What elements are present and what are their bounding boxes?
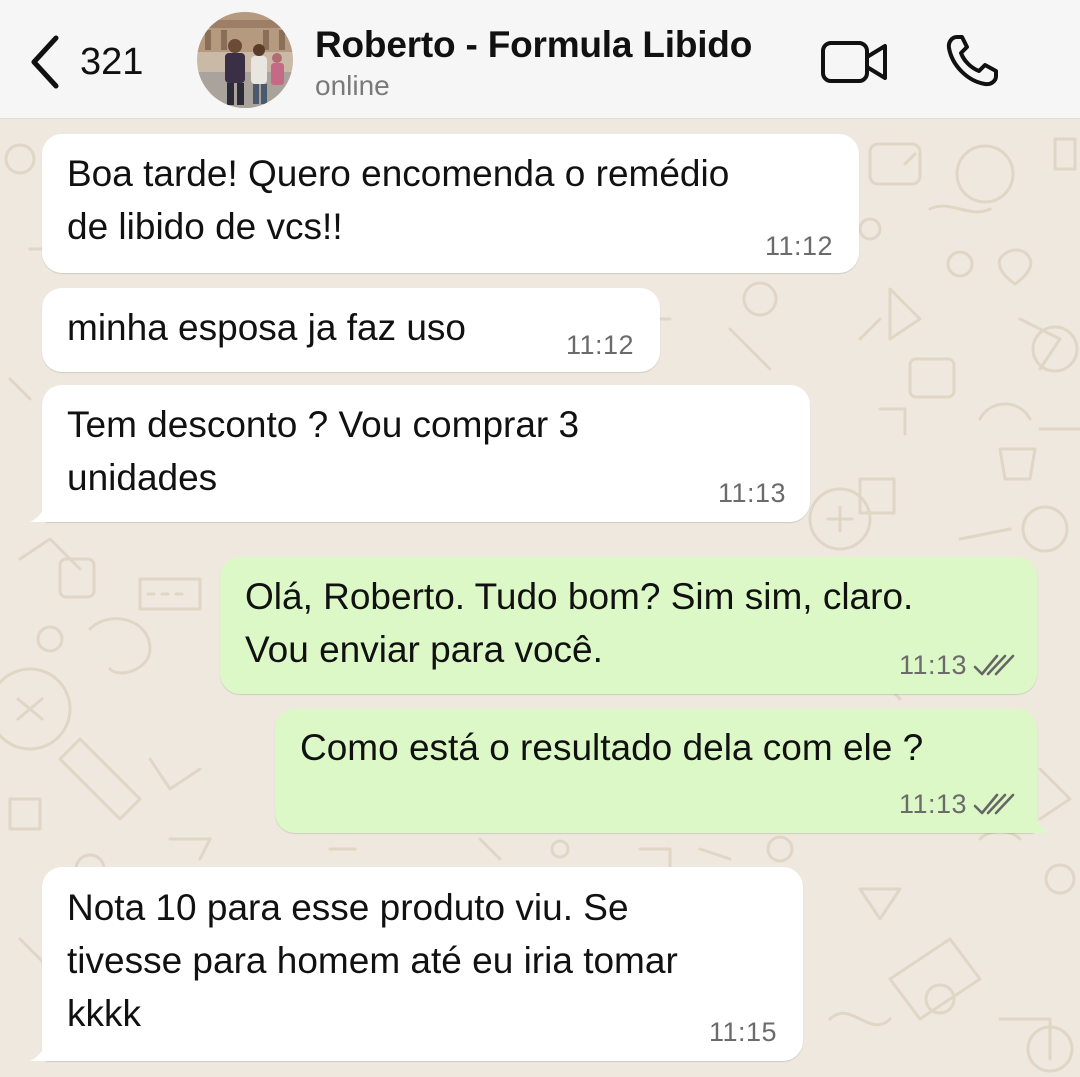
avatar-photo <box>197 12 293 108</box>
bubble-tail <box>1022 808 1050 833</box>
message-time: 11:13 <box>898 789 967 819</box>
message-text: Boa tarde! Quero encomenda o remédio de … <box>67 153 730 247</box>
message-time: 11:12 <box>565 330 634 360</box>
message-time: 11:15 <box>708 1017 777 1047</box>
message-text: Como está o resultado dela com ele ? <box>300 727 924 768</box>
message-text: minha esposa ja faz uso <box>67 307 467 348</box>
message-time: 11:12 <box>764 231 833 261</box>
read-ticks-icon <box>973 654 1015 676</box>
phone-icon <box>946 35 998 87</box>
message-text: Tem desconto ? Vou comprar 3 unidades <box>67 404 580 498</box>
message-bubble-incoming[interactable]: Nota 10 para esse produto viu. Se tivess… <box>42 867 803 1061</box>
contact-status: online <box>315 70 390 101</box>
bubble-tail <box>30 1036 58 1061</box>
back-button[interactable]: 321 <box>28 32 143 92</box>
chevron-left-icon <box>31 35 59 89</box>
message-bubble-outgoing[interactable]: Olá, Roberto. Tudo bom? Sim sim, claro. … <box>220 557 1037 694</box>
avatar[interactable] <box>197 12 293 108</box>
message-time: 11:13 <box>717 478 786 508</box>
message-text: Olá, Roberto. Tudo bom? Sim sim, claro. … <box>245 576 914 670</box>
message-time: 11:13 <box>898 650 967 680</box>
bubble-tail <box>30 497 58 522</box>
voice-call-button[interactable] <box>944 33 1004 94</box>
message-bubble-incoming[interactable]: Tem desconto ? Vou comprar 3 unidades 11… <box>42 385 810 522</box>
message-bubble-outgoing[interactable]: Como está o resultado dela com ele ? 11:… <box>275 709 1037 833</box>
contact-name[interactable]: Roberto - Formula Libido <box>315 24 752 66</box>
unread-count: 321 <box>80 40 144 83</box>
message-text: Nota 10 para esse produto viu. Se tivess… <box>67 887 678 1034</box>
message-bubble-incoming[interactable]: Boa tarde! Quero encomenda o remédio de … <box>42 134 859 273</box>
read-ticks-icon <box>973 793 1015 815</box>
video-camera-icon <box>821 41 887 83</box>
video-call-button[interactable] <box>820 38 890 91</box>
message-bubble-incoming[interactable]: minha esposa ja faz uso 11:12 <box>42 288 660 372</box>
chat-header: 321 Roberto - Formula Libido online <box>0 0 1080 119</box>
chat-area: Boa tarde! Quero encomenda o remédio de … <box>0 119 1080 1077</box>
